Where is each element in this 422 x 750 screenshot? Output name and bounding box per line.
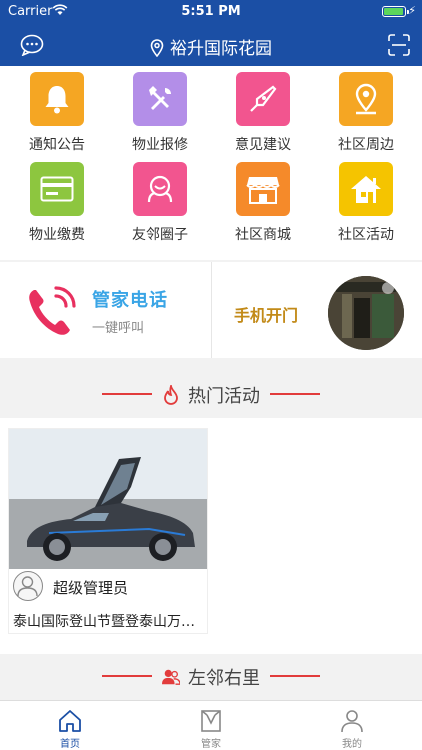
phone-title: 管家电话 [92,290,168,311]
grid-item-label: 社区商城 [235,227,291,243]
activity-card[interactable]: 超级管理员 泰山国际登山节暨登泰山万人徒步活动 [8,428,208,634]
avatar [13,571,43,601]
tab-label: 管家 [201,739,221,750]
grid-item-neighbors[interactable]: 友邻圈子 [115,162,205,244]
person-icon [341,710,363,733]
feature-grid: 通知公告 物业报修 意见建议 社区周边 物业缴费 友邻圈子 社区商城 社区活动 [0,66,422,260]
tab-profile[interactable]: 我的 [282,701,422,750]
charging-icon: ⚡ [408,4,416,17]
grid-item-notice[interactable]: 通知公告 [12,72,102,154]
grid-item-events[interactable]: 社区活动 [321,162,411,244]
wrench-screwdriver-icon [133,72,187,126]
grid-item-label: 友邻圈子 [132,227,188,243]
grid-item-nearby[interactable]: 社区周边 [321,72,411,154]
status-bar: Carrier 5:51 PM ⚡ [0,0,422,24]
grid-item-suggestion[interactable]: 意见建议 [218,72,308,154]
tab-bar: 首页 管家 我的 [0,700,422,750]
pen-nib-icon [236,72,290,126]
tab-label: 首页 [60,739,80,750]
steward-phone-button[interactable]: 管家电话 一键呼叫 [0,262,211,358]
tab-home[interactable]: 首页 [0,701,140,750]
section-header-hot: 热门活动 [0,372,422,416]
section-title: 左邻右里 [188,668,260,689]
page-title: 裕升国际花园 [170,39,272,59]
grid-item-label: 物业报修 [132,137,188,153]
scan-icon[interactable] [388,34,410,56]
activity-photo [9,429,207,569]
activity-description: 泰山国际登山节暨登泰山万人徒步活动 [13,614,207,630]
grid-item-label: 通知公告 [29,137,85,153]
grid-item-repair[interactable]: 物业报修 [115,72,205,154]
neighbor-icon [133,162,187,216]
section-header-neighbors: 左邻右里 [0,654,422,698]
author-name: 超级管理员 [53,579,129,597]
people-icon [162,669,180,685]
house-icon [339,162,393,216]
bell-icon [30,72,84,126]
battery-icon [382,6,409,17]
card-icon [30,162,84,216]
location-pin-icon [150,39,164,57]
door-photo [328,276,404,350]
quick-actions: 管家电话 一键呼叫 手机开门 [0,262,422,358]
grid-item-label: 物业缴费 [29,227,85,243]
grid-item-label: 意见建议 [235,137,291,153]
phone-icon [29,286,76,335]
open-door-button[interactable]: 手机开门 [212,262,422,358]
map-pin-icon [339,72,393,126]
nav-bar: 裕升国际花园 [0,24,422,66]
grid-item-label: 社区周边 [338,137,394,153]
flame-icon [164,385,178,405]
phone-subtitle: 一键呼叫 [92,321,145,336]
shop-icon [236,162,290,216]
grid-item-shop[interactable]: 社区商城 [218,162,308,244]
home-icon [59,710,81,732]
community-selector[interactable]: 裕升国际花园 [0,34,422,59]
open-door-label: 手机开门 [234,306,299,325]
steward-icon [201,710,221,732]
activity-list: 超级管理员 泰山国际登山节暨登泰山万人徒步活动 [0,418,422,654]
tab-label: 我的 [342,739,362,750]
grid-item-label: 社区活动 [338,227,394,243]
section-title: 热门活动 [188,386,260,407]
grid-item-payment[interactable]: 物业缴费 [12,162,102,244]
tab-steward[interactable]: 管家 [141,701,281,750]
clock: 5:51 PM [181,4,241,19]
